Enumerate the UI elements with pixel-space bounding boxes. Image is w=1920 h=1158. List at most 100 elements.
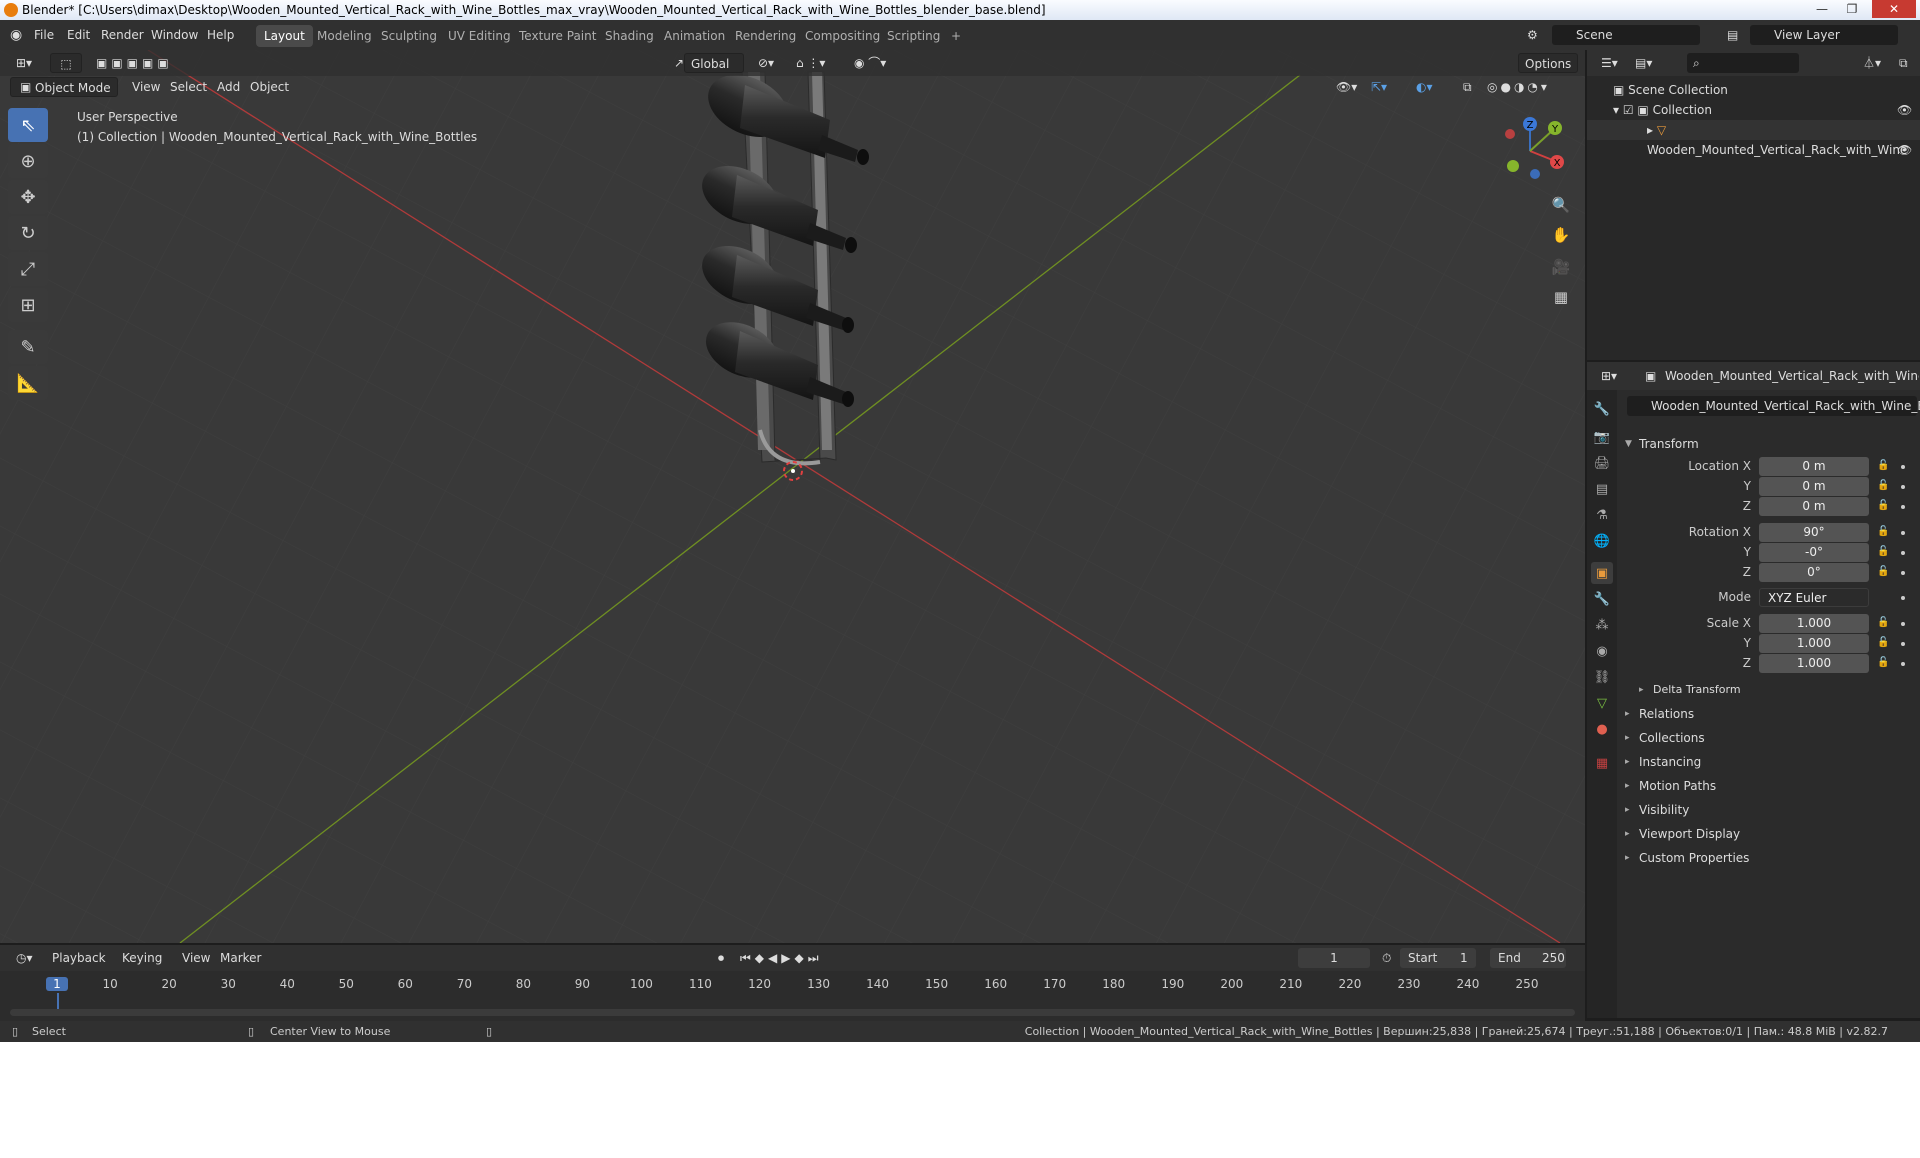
collection-checkbox[interactable]: ☑ [1623, 103, 1638, 117]
menu-object[interactable]: Object [244, 77, 295, 97]
maximize-button[interactable]: ❐ [1838, 0, 1866, 18]
keyframe-dot-icon[interactable] [1901, 596, 1905, 600]
tab-layout[interactable]: Layout [256, 25, 313, 47]
keyframe-dot-icon[interactable] [1901, 505, 1905, 509]
menu-help[interactable]: Help [207, 26, 234, 44]
lock-icon[interactable]: 🔓 [1877, 460, 1889, 472]
particles-tab-icon[interactable]: ⁂ [1591, 614, 1613, 636]
material-tab-icon[interactable]: ● [1591, 718, 1613, 740]
select-tool-icon[interactable]: ⬚ [50, 53, 82, 73]
rotation-y-field[interactable]: -0° [1759, 543, 1869, 562]
new-collection-icon[interactable]: ⧉ [1893, 53, 1914, 73]
view-layer-tab-icon[interactable]: ▤ [1591, 478, 1613, 500]
scale-y-field[interactable]: 1.000 [1759, 634, 1869, 653]
lock-icon[interactable]: 🔓 [1877, 657, 1889, 669]
close-button[interactable]: ✕ [1872, 0, 1916, 18]
tab-rendering[interactable]: Rendering [727, 25, 804, 47]
add-workspace-button[interactable]: + [943, 25, 969, 47]
rotation-z-field[interactable]: 0° [1759, 563, 1869, 582]
properties-editor-type-icon[interactable]: ⊞▾ [1595, 366, 1623, 386]
proportional-edit-icon[interactable]: ◉ ⌒▾ [848, 53, 892, 73]
delta-transform-subpanel[interactable]: ▸ Delta Transform [1631, 678, 1741, 702]
rotation-x-field[interactable]: 90° [1759, 523, 1869, 542]
menu-add[interactable]: Add [211, 77, 246, 97]
menu-view[interactable]: View [126, 77, 166, 97]
move-tool-icon[interactable]: ✥ [8, 180, 48, 214]
editor-type-icon[interactable]: ⊞▾ [10, 53, 38, 73]
3d-viewport[interactable]: ⊞▾ ⬚ ▣▣▣▣▣ ↗ Global ⊘▾ ⌂ ⋮▾ ◉ ⌒▾ Options… [0, 50, 1585, 943]
gizmo-toggle-icon[interactable]: ⇱▾ [1365, 77, 1393, 97]
lock-icon[interactable]: 🔓 [1877, 500, 1889, 512]
ortho-grid-icon[interactable]: ▦ [1548, 284, 1574, 310]
measure-tool-icon[interactable]: 📐 [8, 366, 48, 400]
camera-view-icon[interactable]: 🎥 [1548, 254, 1574, 280]
modifier-tab-icon[interactable]: 🔧 [1591, 588, 1613, 610]
outliner-editor-type-icon[interactable]: ☰▾ [1595, 53, 1624, 73]
object-eye-icon[interactable]: 👁 [1897, 140, 1912, 160]
collection-row[interactable]: ▾ ☑ ▣ Collection 👁 [1587, 100, 1920, 120]
snap-icon[interactable]: ⌂ ⋮▾ [790, 53, 831, 73]
data-tab-icon[interactable]: ▽ [1591, 692, 1613, 714]
collection-eye-icon[interactable]: 👁 [1897, 100, 1912, 120]
scale-x-field[interactable]: 1.000 [1759, 614, 1869, 633]
lock-icon[interactable]: 🔓 [1877, 566, 1889, 578]
transform-panel-header[interactable]: ▼ Transform [1617, 432, 1699, 456]
lock-icon[interactable]: 🔓 [1877, 546, 1889, 558]
keyframe-dot-icon[interactable] [1901, 642, 1905, 646]
rotate-tool-icon[interactable]: ↻ [8, 216, 48, 250]
orientation-selector[interactable]: Global [684, 53, 744, 73]
selection-mode-icons[interactable]: ▣▣▣▣▣ [90, 53, 179, 73]
panel-collections[interactable]: ▸ Collections [1617, 726, 1705, 750]
keyframe-dot-icon[interactable] [1901, 662, 1905, 666]
menu-window[interactable]: Window [151, 26, 198, 44]
rotation-mode-select[interactable]: XYZ Euler [1759, 588, 1869, 607]
scale-z-field[interactable]: 1.000 [1759, 654, 1869, 673]
keyframe-dot-icon[interactable] [1901, 465, 1905, 469]
transform-tool-icon[interactable]: ⊞ [8, 288, 48, 322]
shading-mode-icons[interactable]: ◎●◑◔▾ [1481, 77, 1556, 97]
object-expand-icon[interactable]: ▸ [1647, 123, 1657, 137]
outliner-search-input[interactable]: ⌕ [1687, 53, 1799, 73]
timeline-scrollbar[interactable] [10, 1009, 1575, 1016]
tab-uv-editing[interactable]: UV Editing [440, 25, 519, 47]
panel-viewport-display[interactable]: ▸ Viewport Display [1617, 822, 1740, 846]
menu-render[interactable]: Render [101, 26, 144, 44]
lock-icon[interactable]: 🔓 [1877, 526, 1889, 538]
pan-hand-icon[interactable]: ✋ [1548, 222, 1574, 248]
physics-tab-icon[interactable]: ◉ [1591, 640, 1613, 662]
lock-icon[interactable]: 🔓 [1877, 617, 1889, 629]
panel-motion-paths[interactable]: ▸ Motion Paths [1617, 774, 1716, 798]
keyframe-dot-icon[interactable] [1901, 622, 1905, 626]
scene-collection-row[interactable]: ▣ Scene Collection [1587, 80, 1920, 100]
tab-sculpting[interactable]: Sculpting [373, 25, 445, 47]
display-mode-icon[interactable]: ▤▾ [1629, 53, 1658, 73]
zoom-icon[interactable]: 🔍 [1548, 192, 1574, 218]
timeline-editor[interactable]: ◷▾ Playback Keying View Marker ⏺ ⏮◆◀▶◆⏭ … [0, 945, 1585, 1027]
keyframe-dot-icon[interactable] [1901, 485, 1905, 489]
tab-scripting[interactable]: Scripting [879, 25, 948, 47]
overlays-icon[interactable]: ◐▾ [1410, 77, 1439, 97]
lock-icon[interactable]: 🔓 [1877, 637, 1889, 649]
keyframe-dot-icon[interactable] [1901, 571, 1905, 575]
xray-icon[interactable]: ⧉ [1457, 77, 1478, 97]
collection-expand-icon[interactable]: ▾ [1613, 103, 1623, 117]
blender-menu-icon[interactable]: ◉ [10, 26, 22, 44]
minimize-button[interactable]: — [1808, 0, 1836, 18]
panel-custom-properties[interactable]: ▸ Custom Properties [1617, 846, 1749, 870]
scale-tool-icon[interactable]: ⤢ [8, 252, 48, 286]
tab-shading[interactable]: Shading [597, 25, 662, 47]
annotate-tool-icon[interactable]: ✎ [8, 330, 48, 364]
cursor-tool-icon[interactable]: ⊕ [8, 144, 48, 178]
scene-selector[interactable]: Scene [1552, 25, 1700, 45]
output-tab-icon[interactable]: 🖨 [1591, 452, 1613, 474]
options-menu[interactable]: Options [1518, 53, 1579, 73]
object-tab-icon[interactable]: ▣ [1591, 562, 1613, 584]
lock-icon[interactable]: 🔓 [1877, 480, 1889, 492]
filter-icon[interactable]: ⏃▾ [1857, 53, 1887, 73]
object-name-field[interactable]: Wooden_Mounted_Vertical_Rack_with_Wine_B… [1627, 396, 1920, 416]
select-box-tool[interactable]: ⇖ [8, 108, 48, 142]
view-layer-selector[interactable]: View Layer [1750, 25, 1898, 45]
tool-tab-icon[interactable]: 🔧 [1591, 398, 1613, 420]
panel-instancing[interactable]: ▸ Instancing [1617, 750, 1701, 774]
menu-select[interactable]: Select [164, 77, 213, 97]
